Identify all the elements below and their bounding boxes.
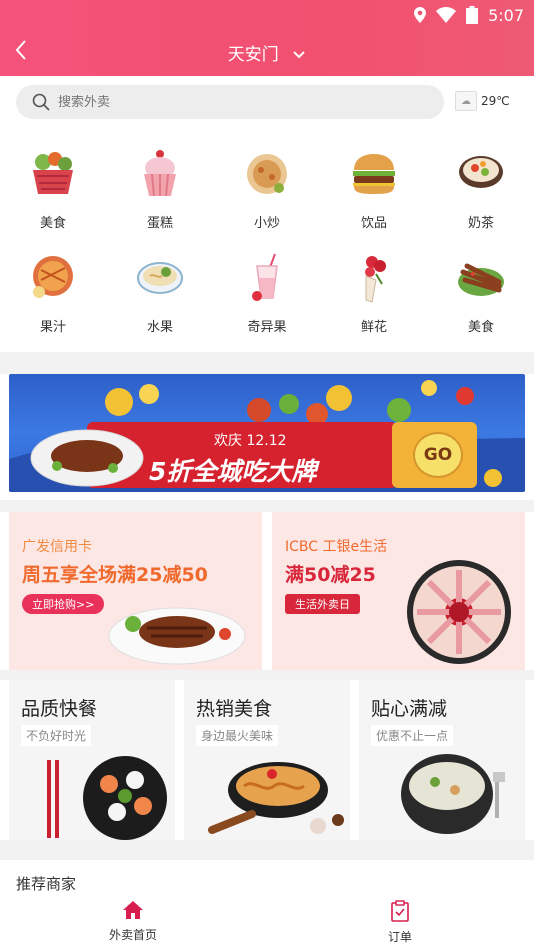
feature-row: 品质快餐 不负好时光 热销美食 身边最火美味 贴心满减 优惠不止一点 — [9, 680, 525, 840]
category-item[interactable]: 鲜花 — [334, 252, 414, 342]
skewer-plate-icon — [458, 263, 504, 296]
category-label: 水果 — [146, 320, 173, 335]
banner-go-button[interactable]: GO — [413, 432, 463, 478]
category-label: 美食 — [467, 320, 494, 335]
steak-plate-image — [108, 607, 246, 665]
section-divider — [0, 352, 534, 374]
category-label: 奇异果 — [247, 320, 287, 335]
home-icon — [123, 901, 143, 919]
search-row: ☁ 29℃ — [0, 85, 534, 119]
section-divider — [0, 840, 534, 860]
cupcake-icon — [144, 150, 176, 197]
feature-card-quality[interactable]: 品质快餐 不负好时光 — [9, 680, 175, 840]
weather-widget: ☁ 29℃ — [455, 91, 510, 111]
stir-fry-icon — [247, 154, 287, 194]
category-label: 鲜花 — [360, 320, 387, 335]
tab-orders-label: 订单 — [387, 930, 412, 944]
category-item[interactable]: 饮品 — [334, 148, 414, 238]
banner-line1: 欢庆 12.12 — [214, 433, 287, 449]
section-divider — [0, 670, 534, 680]
promo-headline: 满50减25 — [285, 560, 376, 587]
category-item[interactable]: 奶茶 — [441, 148, 521, 238]
promo-headline-prefix: 周五享全场满 — [22, 564, 137, 586]
order-clipboard-icon — [391, 900, 409, 922]
category-item[interactable]: 蛋糕 — [120, 148, 200, 238]
tab-home-label: 外卖首页 — [108, 928, 157, 942]
bowl-dish-icon — [459, 156, 503, 188]
feature-title: 品质快餐 — [21, 698, 98, 720]
promo-headline-amount: 25减50 — [136, 564, 208, 586]
noodle-bowl-icon — [137, 262, 183, 294]
tab-orders[interactable]: 订单 — [350, 900, 450, 945]
search-input[interactable] — [58, 94, 358, 110]
food-basket-icon — [33, 152, 73, 194]
platter-image — [407, 560, 511, 664]
category-label: 小炒 — [253, 216, 280, 231]
category-label: 蛋糕 — [146, 216, 173, 231]
category-grid: 美食 蛋糕 小炒 饮品 奶茶 果汁 水果 奇异果 鲜花 美食 — [0, 140, 534, 340]
category-label: 美食 — [39, 216, 66, 231]
sushi-platter-image — [47, 756, 167, 840]
section-divider — [0, 500, 534, 512]
wifi-icon — [436, 7, 457, 23]
category-item[interactable]: 美食 — [441, 252, 521, 342]
weather-temp: 29℃ — [481, 94, 510, 108]
promo-title: 广发信用卡 — [22, 539, 92, 555]
city-label: 天安门 — [227, 45, 279, 65]
promo-badge[interactable]: 立即抢购>> — [22, 594, 105, 614]
promo-title: ICBC 工银e生活 — [285, 539, 388, 555]
category-item[interactable]: 奇异果 — [227, 252, 307, 342]
promo-card-gf[interactable]: 广发信用卡 周五享全场满25减50 立即抢购>> — [9, 512, 262, 670]
top-bar: 5:07 天安门 — [0, 0, 534, 76]
promo-row: 广发信用卡 周五享全场满25减50 立即抢购>> ICBC 工银e生活 满50减… — [9, 512, 525, 670]
banner-line2: 5折全城吃大牌 — [149, 457, 317, 486]
promo-headline-amount: 50减25 — [304, 564, 376, 586]
status-time: 5:07 — [488, 5, 524, 25]
category-label: 饮品 — [360, 216, 387, 231]
category-item[interactable]: 水果 — [120, 252, 200, 342]
feature-card-hot[interactable]: 热销美食 身边最火美味 — [184, 680, 350, 840]
search-box[interactable] — [16, 85, 444, 119]
feature-title: 贴心满减 — [371, 698, 448, 720]
promo-card-icbc[interactable]: ICBC 工银e生活 满50减25 生活外卖日 — [272, 512, 525, 670]
milkshake-icon — [252, 253, 278, 301]
promo-badge[interactable]: 生活外卖日 — [285, 594, 360, 614]
burger-icon — [353, 154, 395, 194]
nav-bar: 天安门 — [0, 28, 534, 76]
recommend-title: 推荐商家 — [16, 875, 77, 893]
category-label: 奶茶 — [467, 216, 494, 231]
feature-subtitle: 优惠不止一点 — [371, 725, 454, 746]
pie-icon — [33, 256, 73, 298]
location-icon — [414, 7, 427, 23]
status-bar: 5:07 — [414, 4, 524, 26]
promo-banner[interactable]: 欢庆 12.12 5折全城吃大牌 GO — [9, 374, 525, 492]
promo-headline: 周五享全场满25减50 — [22, 560, 208, 587]
category-item[interactable]: 小炒 — [227, 148, 307, 238]
noodle-dish-image — [208, 762, 344, 834]
tab-home[interactable]: 外卖首页 — [83, 900, 183, 943]
tab-bar: 外卖首页 订单 — [0, 896, 534, 949]
battery-icon — [466, 6, 479, 24]
category-label: 果汁 — [39, 320, 66, 335]
feature-subtitle: 身边最火美味 — [196, 725, 279, 746]
promo-headline-prefix: 满 — [285, 564, 305, 586]
weather-icon: ☁ — [455, 91, 477, 111]
category-item[interactable]: 果汁 — [13, 252, 93, 342]
category-item[interactable]: 美食 — [13, 148, 93, 238]
feature-subtitle: 不负好时光 — [21, 725, 92, 746]
flower-bouquet-icon — [365, 256, 386, 303]
soup-pot-image — [401, 754, 505, 834]
city-selector[interactable]: 天安门 — [0, 40, 534, 65]
search-icon — [32, 93, 50, 111]
chevron-down-icon — [293, 51, 305, 59]
feature-title: 热销美食 — [196, 698, 273, 720]
feature-card-discount[interactable]: 贴心满减 优惠不止一点 — [359, 680, 525, 840]
